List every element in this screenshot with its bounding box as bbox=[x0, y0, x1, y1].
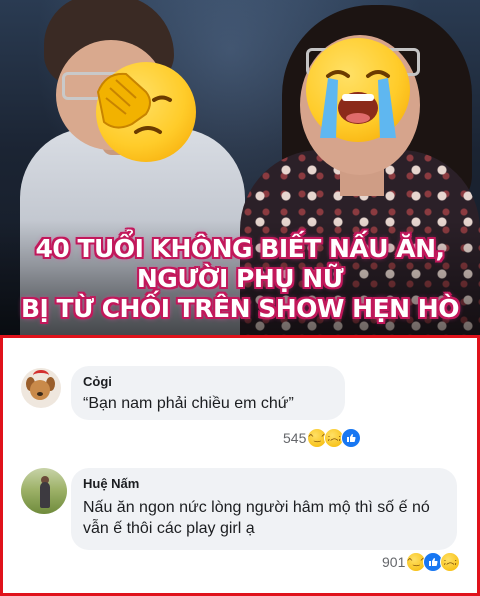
headline-line-3: BỊ TỪ CHỐI TRÊN SHOW HẸN HÒ bbox=[20, 294, 460, 323]
headline-line-2: NGƯỜI PHỤ NỮ bbox=[136, 264, 344, 293]
comments-frame: Cỏgi “Bạn nam phải chiều em chứ” 545 ^‿^… bbox=[0, 335, 480, 596]
reaction-count: 901 bbox=[382, 554, 406, 570]
comment-author[interactable]: Huệ Nấm bbox=[83, 476, 139, 491]
comment-bubble: Huệ Nấm Nấu ăn ngon nức lòng người hâm m… bbox=[71, 468, 457, 550]
comment-author[interactable]: Cỏgi bbox=[83, 374, 112, 389]
reaction-count: 545 bbox=[283, 430, 307, 446]
sad-reaction-icon: ;︵; bbox=[440, 552, 461, 572]
headline: 40 TUỔI KHÔNG BIẾT NẤU ĂN, NGƯỜI PHỤ NỮ … bbox=[0, 234, 480, 324]
news-photo: 40 TUỔI KHÔNG BIẾT NẤU ĂN, NGƯỜI PHỤ NỮ … bbox=[0, 0, 480, 335]
avatar-hue-nam[interactable] bbox=[21, 468, 67, 514]
avatar-cogi[interactable] bbox=[21, 368, 61, 408]
headline-line-1: 40 TUỔI KHÔNG BIẾT NẤU ĂN, bbox=[35, 234, 445, 263]
comment-bubble: Cỏgi “Bạn nam phải chiều em chứ” bbox=[71, 366, 345, 420]
reaction-summary[interactable]: 545 ^‿^ ;︵; bbox=[283, 427, 362, 449]
reaction-summary[interactable]: 901 ^‿^ ;︵; bbox=[382, 551, 461, 573]
comment-text: Nấu ăn ngon nức lòng người hâm mộ thì số… bbox=[83, 499, 430, 537]
loudly-crying-emoji-icon bbox=[306, 38, 410, 142]
face-palm-emoji-icon bbox=[96, 62, 196, 162]
comment-text: “Bạn nam phải chiều em chứ” bbox=[83, 395, 294, 412]
like-reaction-icon bbox=[341, 428, 362, 448]
